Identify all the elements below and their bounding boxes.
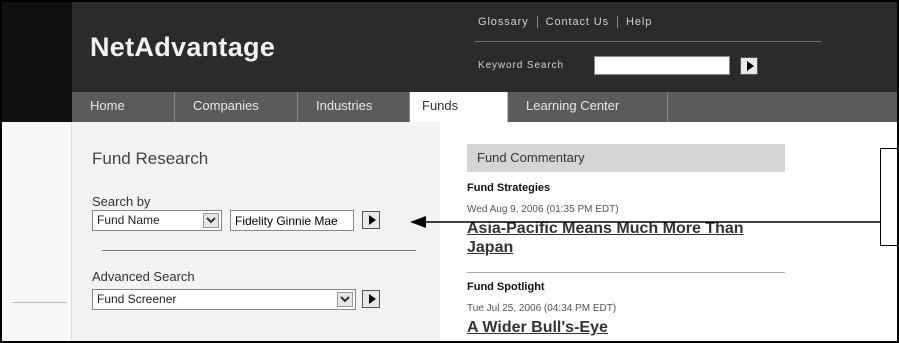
chevron-down-icon — [337, 292, 353, 307]
utility-divider — [536, 16, 538, 28]
search-by-select[interactable]: Fund Name — [92, 210, 222, 231]
research-divider — [102, 250, 416, 251]
article-date: Tue Jul 25, 2006 (04:34 PM EDT) — [467, 303, 617, 314]
chevron-down-icon — [203, 213, 219, 228]
page-frame: NetAdvantage Glossary Contact Us Help Ke… — [0, 0, 899, 343]
article-item: Fund Spotlight Tue Jul 25, 2006 (04:34 P… — [467, 281, 787, 337]
search-by-selected-value: Fund Name — [97, 213, 160, 227]
advanced-search-select[interactable]: Fund Screener — [92, 289, 356, 310]
nav-tab-funds[interactable]: Funds — [410, 92, 508, 122]
fund-research-panel: Fund Research Search by Fund Name Advanc… — [72, 122, 440, 341]
play-arrow-icon — [746, 61, 754, 71]
keyword-search-label: Keyword Search — [478, 60, 564, 71]
fund-search-go-button[interactable] — [362, 211, 380, 229]
keyword-search-go-button[interactable] — [740, 57, 758, 75]
advanced-search-label: Advanced Search — [92, 269, 195, 284]
contact-us-link[interactable]: Contact Us — [546, 16, 609, 28]
keyword-search-input[interactable] — [594, 56, 730, 75]
annotation-arrow — [410, 216, 882, 228]
search-by-label: Search by — [92, 194, 151, 209]
fund-search-input[interactable] — [230, 210, 354, 231]
help-link[interactable]: Help — [626, 16, 652, 28]
left-strip — [2, 122, 72, 341]
netadvantage-logo[interactable]: NetAdvantage — [90, 32, 275, 63]
play-arrow-icon — [368, 294, 376, 304]
fund-research-title: Fund Research — [92, 149, 209, 168]
callout-box — [880, 148, 897, 246]
header-left-block — [2, 2, 72, 92]
article-divider — [467, 272, 785, 273]
nav-tab-learning-center[interactable]: Learning Center — [508, 92, 668, 122]
utility-rule — [474, 41, 822, 42]
advanced-search-go-button[interactable] — [362, 290, 380, 308]
nav-tab-companies[interactable]: Companies — [175, 92, 298, 122]
article-headline-link[interactable]: A Wider Bull's-Eye — [467, 318, 787, 337]
nav-tab-home[interactable]: Home — [72, 92, 175, 122]
advanced-search-selected-value: Fund Screener — [97, 292, 177, 306]
nav-tab-industries[interactable]: Industries — [298, 92, 410, 122]
nav-left-block — [2, 92, 72, 122]
glossary-link[interactable]: Glossary — [478, 16, 529, 28]
main-nav: Home Companies Industries Funds Learning… — [2, 92, 897, 122]
left-strip-divider — [12, 302, 67, 303]
site-header: NetAdvantage Glossary Contact Us Help Ke… — [2, 2, 897, 92]
utility-divider — [617, 16, 619, 28]
utility-links: Glossary Contact Us Help — [478, 16, 652, 28]
article-kicker: Fund Spotlight — [467, 281, 545, 293]
play-arrow-icon — [368, 215, 376, 225]
